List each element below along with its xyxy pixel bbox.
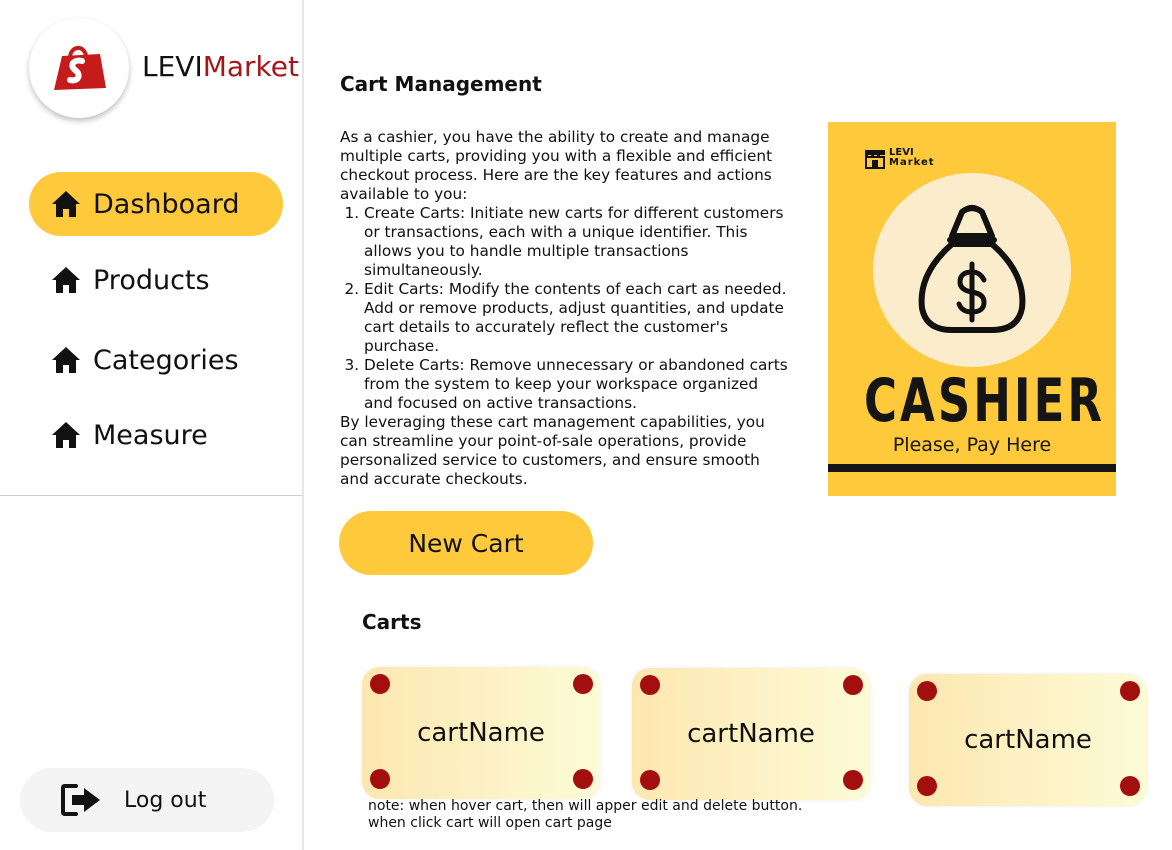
cart-corner-dot: [1120, 681, 1140, 701]
cashier-poster: LEVI Market CASHIER Please, Pay Here: [828, 122, 1116, 496]
cart-corner-dot: [843, 675, 863, 695]
hover-note-line2: when click cart will open cart page: [368, 815, 612, 831]
sidebar: LEVIMarket Dashboard Products Categories…: [0, 0, 304, 850]
sidebar-item-label: Categories: [93, 344, 239, 376]
cart-corner-dot: [573, 674, 593, 694]
sidebar-item-label: Products: [93, 264, 210, 296]
feature-item-delete: Delete Carts: Remove unnecessary or aban…: [364, 356, 790, 413]
logo[interactable]: [29, 18, 129, 118]
feature-item-create: Create Carts: Initiate new carts for dif…: [364, 204, 790, 280]
poster-divider: [828, 464, 1116, 472]
feature-list: Create Carts: Initiate new carts for dif…: [364, 204, 790, 413]
home-icon: [51, 346, 81, 374]
home-icon: [51, 266, 81, 294]
poster-icon-circle: [873, 173, 1071, 367]
cart-corner-dot: [573, 769, 593, 789]
poster-logo-text: LEVI Market: [889, 148, 935, 168]
cart-name: cartName: [417, 718, 545, 748]
sidebar-item-categories[interactable]: Categories: [29, 328, 283, 392]
hover-note: note: when hover cart, then will apper e…: [368, 798, 802, 832]
sidebar-item-label: Dashboard: [93, 188, 240, 220]
cart-corner-dot: [640, 675, 660, 695]
cart-corner-dot: [917, 776, 937, 796]
new-cart-button[interactable]: New Cart: [339, 511, 593, 575]
poster-logo-line2: Market: [889, 157, 935, 168]
sidebar-item-measure[interactable]: Measure: [29, 403, 283, 467]
shopping-bag-logo-icon: [54, 46, 106, 90]
cart-card[interactable]: cartName: [909, 674, 1147, 806]
sidebar-divider: [0, 495, 302, 496]
brand-name-part2: Market: [202, 50, 299, 83]
home-icon: [51, 421, 81, 449]
cart-card[interactable]: cartName: [362, 667, 600, 799]
cart-corner-dot: [370, 769, 390, 789]
sidebar-item-label: Measure: [93, 419, 208, 451]
brand-name-part1: LEVI: [142, 50, 203, 83]
home-icon: [51, 190, 81, 218]
logout-icon: [60, 783, 104, 817]
poster-title: CASHIER: [864, 366, 1106, 436]
hover-note-line1: note: when hover cart, then will apper e…: [368, 798, 803, 814]
cart-corner-dot: [843, 770, 863, 790]
cart-corner-dot: [917, 681, 937, 701]
logout-button[interactable]: Log out: [20, 768, 274, 832]
poster-subtitle: Please, Pay Here: [892, 434, 1052, 456]
cart-corner-dot: [640, 770, 660, 790]
cart-corner-dot: [1120, 776, 1140, 796]
sidebar-item-products[interactable]: Products: [29, 248, 283, 312]
brand-name: LEVIMarket: [142, 50, 299, 83]
logout-label: Log out: [124, 787, 207, 813]
description: As a cashier, you have the ability to cr…: [340, 128, 790, 489]
cart-name: cartName: [687, 719, 815, 749]
feature-item-edit: Edit Carts: Modify the contents of each …: [364, 280, 790, 356]
carts-section-title: Carts: [362, 610, 422, 634]
cart-card[interactable]: cartName: [632, 668, 870, 800]
store-icon: [865, 150, 885, 169]
page-title: Cart Management: [340, 72, 542, 96]
cart-name: cartName: [964, 725, 1092, 755]
money-bag-icon: [918, 205, 1026, 333]
poster-logo: LEVI Market: [864, 147, 935, 169]
description-intro: As a cashier, you have the ability to cr…: [340, 128, 773, 203]
sidebar-item-dashboard[interactable]: Dashboard: [29, 172, 283, 236]
cart-corner-dot: [370, 674, 390, 694]
description-outro: By leveraging these cart management capa…: [340, 413, 765, 488]
